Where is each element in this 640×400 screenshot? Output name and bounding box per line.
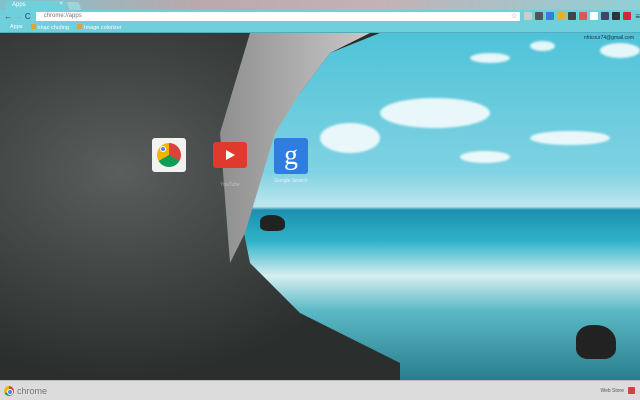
bookmark-label: Image colorizer xyxy=(84,24,122,31)
extension-icon[interactable] xyxy=(612,12,621,20)
tab-strip: Apps × xyxy=(0,0,640,10)
cloud xyxy=(530,41,555,51)
extension-icon[interactable] xyxy=(524,12,533,20)
extension-icon[interactable] xyxy=(623,12,632,20)
app-web-store[interactable] xyxy=(151,138,187,182)
cloud xyxy=(380,98,490,128)
extension-icon[interactable] xyxy=(568,12,577,20)
bookmarks-bar: Apps nhạc chuông Image colorizer xyxy=(0,22,640,33)
window-controls[interactable] xyxy=(598,0,628,6)
forward-icon[interactable]: → xyxy=(13,12,23,21)
extension-icons xyxy=(524,12,632,20)
web-store-link[interactable]: Web Store xyxy=(600,388,624,394)
reload-icon[interactable]: C xyxy=(23,12,33,21)
extension-icon[interactable] xyxy=(546,12,555,20)
app-launcher-bar: chrome Web Store xyxy=(0,380,640,400)
user-email[interactable]: nhtcour74@gmail.com xyxy=(584,35,634,41)
bookmark-item[interactable]: nhạc chuông xyxy=(30,23,70,31)
new-tab-button[interactable] xyxy=(66,2,82,10)
app-label: YouTube xyxy=(220,182,240,188)
close-tab-icon[interactable]: × xyxy=(59,1,63,7)
toolbar: ← → C chrome://apps ☆ ≡ xyxy=(0,10,640,22)
app-youtube[interactable]: YouTube xyxy=(212,138,248,188)
google-search-icon: g xyxy=(274,138,308,174)
extension-icon[interactable] xyxy=(601,12,610,20)
boulder xyxy=(576,325,616,359)
cloud xyxy=(320,123,380,153)
tab-title: Apps xyxy=(12,2,26,8)
app-google-search[interactable]: g Google Search xyxy=(273,138,309,184)
bookmark-star-icon[interactable]: ☆ xyxy=(511,12,517,21)
extension-icon[interactable] xyxy=(590,12,599,20)
back-icon[interactable]: ← xyxy=(3,12,13,21)
boulder xyxy=(260,215,285,231)
youtube-icon xyxy=(213,142,247,168)
url-text: chrome://apps xyxy=(43,12,82,19)
web-store-icon[interactable] xyxy=(628,387,635,394)
bookmark-favicon-icon xyxy=(30,23,36,29)
cloud xyxy=(530,131,610,145)
address-bar[interactable]: chrome://apps ☆ xyxy=(35,11,521,21)
extension-icon[interactable] xyxy=(535,12,544,20)
cave-rock xyxy=(0,33,400,380)
bookmark-item[interactable]: Image colorizer xyxy=(77,23,122,31)
cloud xyxy=(470,53,510,63)
bookmark-favicon-icon xyxy=(77,23,83,29)
chrome-brand: chrome xyxy=(17,385,48,396)
bookmark-apps[interactable]: Apps xyxy=(10,24,23,30)
app-label: Google Search xyxy=(274,178,308,184)
cloud xyxy=(460,151,510,163)
menu-icon[interactable]: ≡ xyxy=(635,12,640,21)
tab-apps[interactable]: Apps × xyxy=(6,1,66,10)
new-tab-page: nhtcour74@gmail.com YouTube g Google Sea… xyxy=(0,33,640,380)
bookmark-label: nhạc chuông xyxy=(37,24,70,31)
extension-icon[interactable] xyxy=(557,12,566,20)
web-store-icon xyxy=(152,138,186,172)
cloud xyxy=(600,43,640,58)
extension-icon[interactable] xyxy=(579,12,588,20)
chrome-logo-icon xyxy=(4,385,14,396)
